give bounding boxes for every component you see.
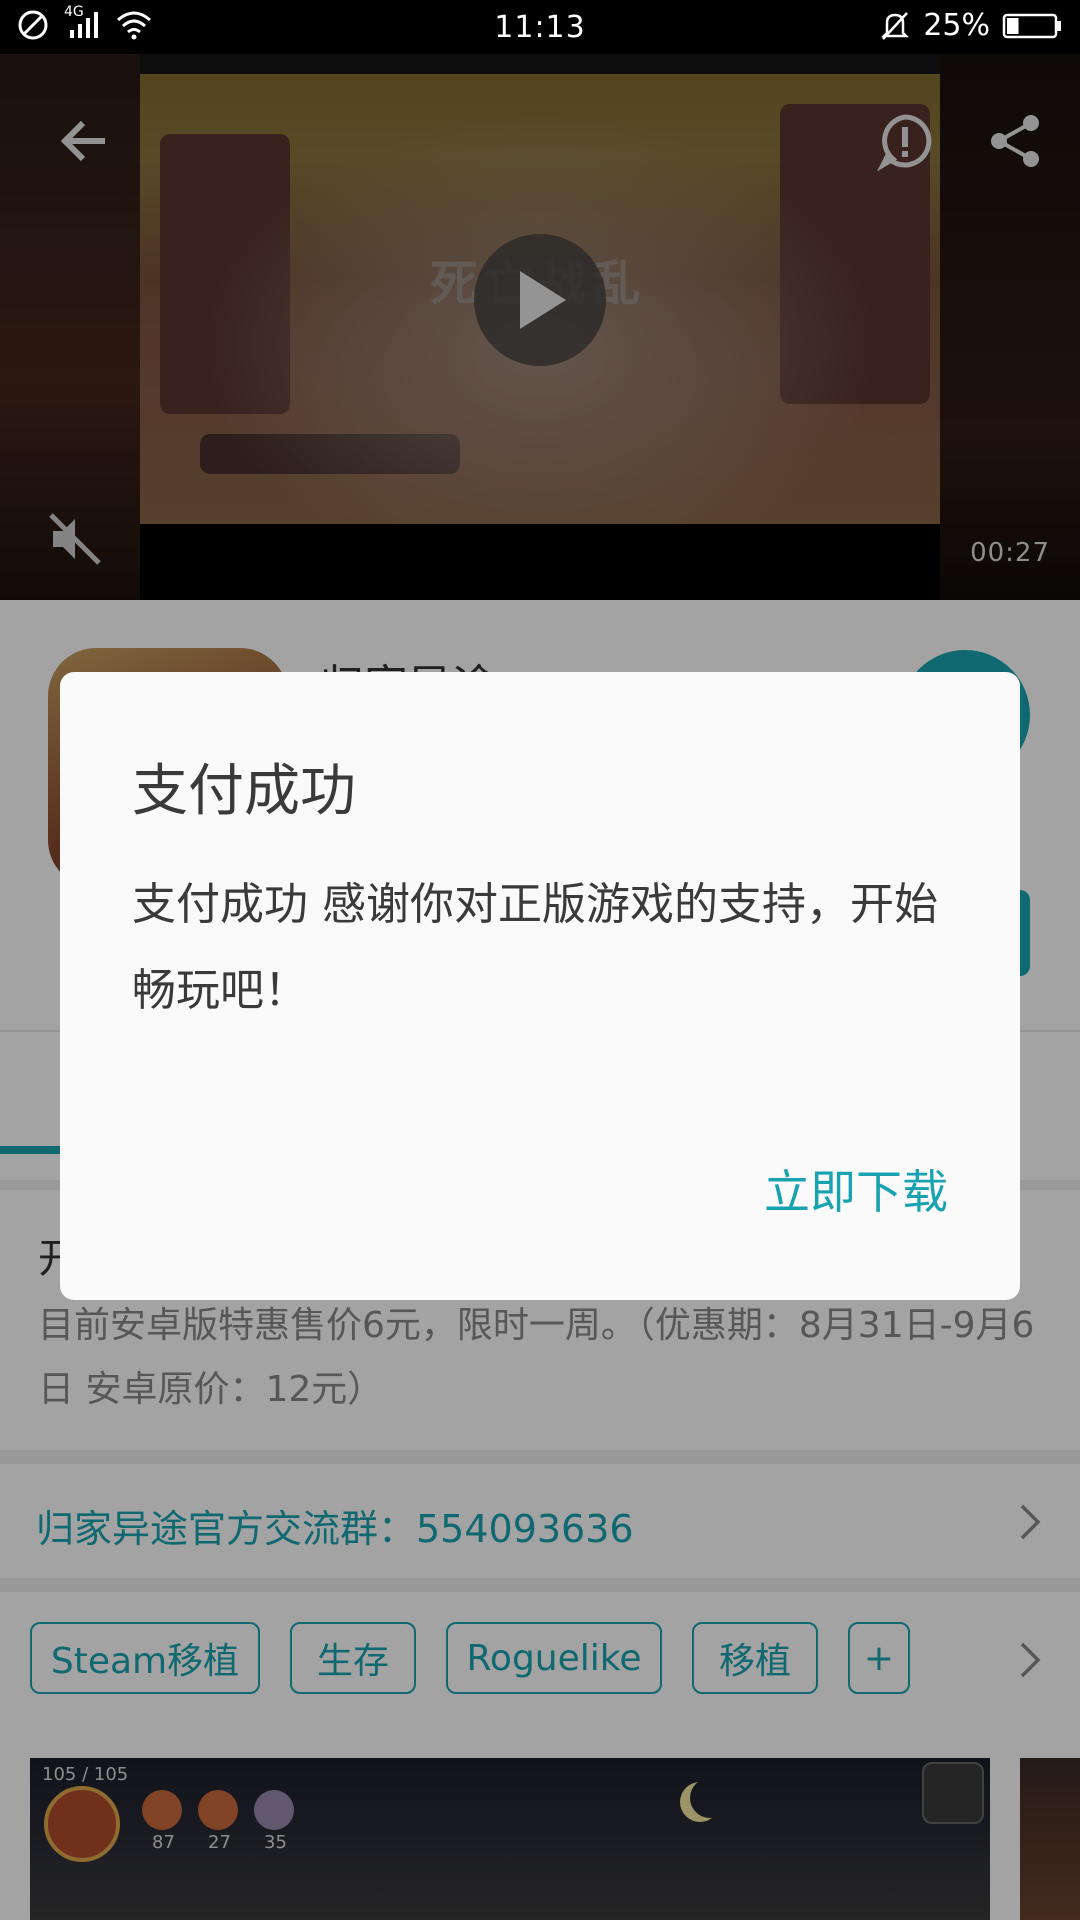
status-bar: 4G 11:13 25% [0, 0, 1080, 54]
battery-icon [1002, 11, 1062, 41]
payment-success-dialog: 支付成功 支付成功 感谢你对正版游戏的支持，开始畅玩吧！ 立即下载 [60, 672, 1020, 1300]
dialog-title: 支付成功 [132, 759, 356, 824]
bell-muted-icon [879, 9, 911, 43]
battery-percent: 25% [923, 8, 990, 43]
dialog-message: 支付成功 感谢你对正版游戏的支持，开始畅玩吧！ [132, 879, 938, 1016]
download-now-button[interactable]: 立即下载 [764, 1156, 948, 1222]
